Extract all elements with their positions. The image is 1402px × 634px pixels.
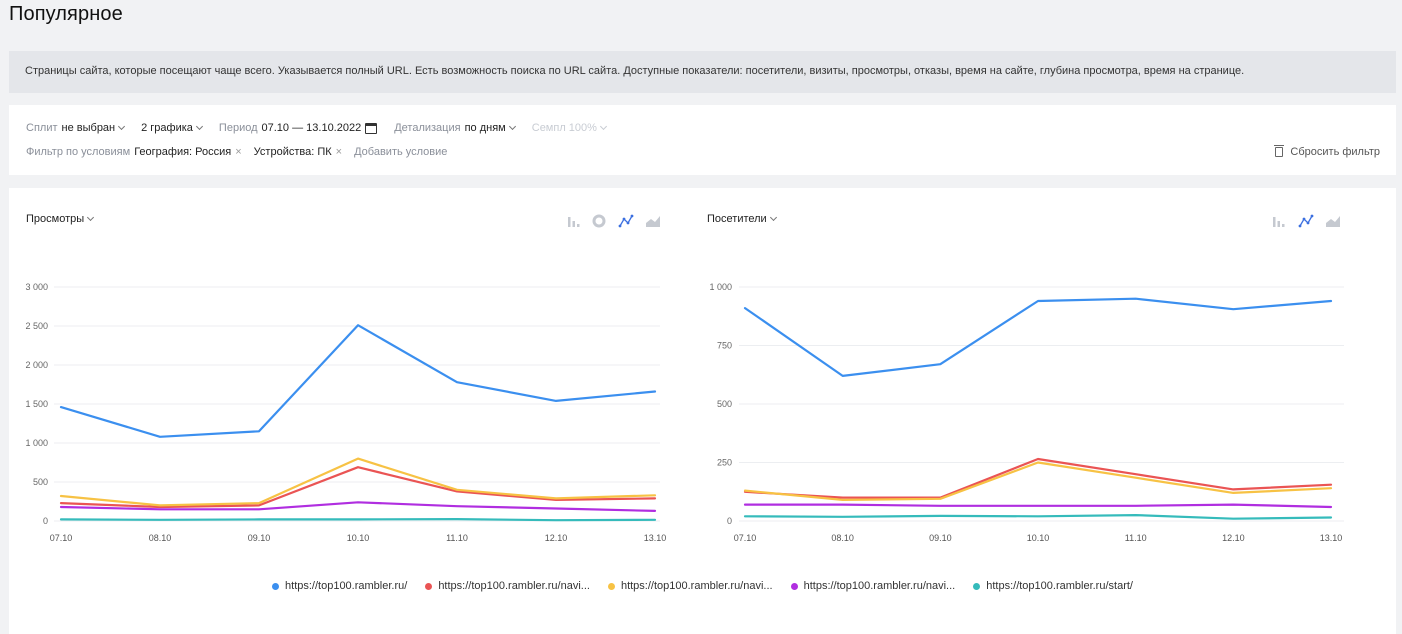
x-tick-label: 13.10: [1320, 533, 1343, 543]
visitors-line-chart: 0 250 500 750 1 000 07.10 08.10 09.10 10.10 11.10…: [709, 282, 1344, 543]
x-tick-label: 09.10: [248, 533, 271, 543]
x-tick-label: 08.10: [831, 533, 854, 543]
graphs-value: 2 графика: [141, 122, 193, 134]
legend-dot-icon: [272, 582, 280, 590]
x-tick-label: 11.10: [446, 533, 468, 543]
x-tick-label: 13.10: [644, 533, 667, 543]
y-tick-label: 2 500: [25, 321, 48, 331]
legend-label: https://top100.rambler.ru/start/: [986, 580, 1133, 592]
legend-dot-icon: [973, 582, 981, 590]
y-tick-label: 0: [43, 516, 48, 526]
series-line-5: [743, 514, 1333, 520]
reset-filter-button[interactable]: Сбросить фильтр: [1274, 145, 1380, 158]
calendar-icon: [365, 122, 378, 134]
legend-dot-icon: [425, 582, 433, 590]
split-dropdown[interactable]: Сплит не выбран: [26, 122, 126, 134]
period-picker[interactable]: Период 07.10 — 13.10.2022: [218, 122, 378, 134]
close-icon[interactable]: ×: [235, 146, 241, 158]
chevron-down-icon: [508, 122, 516, 131]
legend-item[interactable]: https://top100.rambler.ru/: [272, 580, 407, 592]
y-tick-label: 3 000: [25, 282, 48, 292]
x-tick-label: 07.10: [50, 533, 73, 543]
legend-item[interactable]: https://top100.rambler.ru/navi...: [425, 580, 590, 592]
legend-item[interactable]: https://top100.rambler.ru/start/: [973, 580, 1133, 592]
views-line-chart: 0 500 1 000 1 500 2 000 2 500 3 000 07.10 08.10 0…: [25, 282, 667, 543]
split-label: Сплит: [26, 122, 58, 134]
y-tick-label: 500: [717, 399, 732, 409]
legend-item[interactable]: https://top100.rambler.ru/navi...: [790, 580, 956, 592]
y-tick-label: 1 000: [25, 438, 48, 448]
legend-label: https://top100.rambler.ru/navi...: [803, 580, 956, 592]
x-tick-label: 09.10: [929, 533, 952, 543]
x-tick-label: 12.10: [1222, 533, 1245, 543]
y-tick-label: 250: [717, 458, 732, 468]
trash-icon: [1274, 145, 1285, 157]
y-tick-label: 500: [33, 477, 48, 487]
series-line-3: [743, 461, 1333, 501]
detail-label: Детализация: [394, 122, 461, 134]
series-line-1: [743, 297, 1333, 377]
filter-chip-device[interactable]: Устройства: ПК ×: [254, 146, 342, 158]
x-tick-label: 10.10: [1027, 533, 1050, 543]
y-tick-label: 750: [717, 341, 732, 351]
y-tick-label: 2 000: [25, 360, 48, 370]
reset-filter-label: Сбросить фильтр: [1290, 146, 1380, 158]
chip-device-label: Устройства: ПК: [253, 146, 332, 158]
legend-label: https://top100.rambler.ru/navi...: [620, 580, 773, 592]
close-icon[interactable]: ×: [336, 146, 342, 158]
series-line-4: [743, 503, 1333, 509]
detail-dropdown[interactable]: Детализация по дням: [394, 122, 516, 134]
chevron-down-icon: [599, 122, 607, 131]
series-line-5: [59, 518, 657, 522]
sample-label: Семпл 100%: [531, 122, 597, 134]
legend-label: https://top100.rambler.ru/navi...: [438, 580, 590, 592]
split-value: не выбран: [61, 122, 116, 134]
filters-row-2: Фильтр по условиям География: Россия × У…: [26, 146, 447, 158]
filter-chip-geo[interactable]: География: Россия ×: [134, 146, 241, 158]
add-condition-button[interactable]: Добавить условие: [354, 146, 447, 158]
chip-geo-label: География: Россия: [134, 146, 232, 158]
x-tick-label: 07.10: [734, 533, 757, 543]
legend-item[interactable]: https://top100.rambler.ru/navi...: [607, 580, 773, 592]
chevron-down-icon: [118, 122, 126, 131]
x-tick-label: 12.10: [545, 533, 568, 543]
period-label: Период: [218, 122, 258, 134]
legend-dot-icon: [790, 582, 798, 590]
series-line-2: [59, 466, 657, 509]
chart-legend: https://top100.rambler.ru/https://top100…: [9, 580, 1396, 592]
filters-row-1: Сплит не выбран 2 графика Период 07.10 —…: [26, 122, 623, 134]
x-tick-label: 11.10: [1125, 533, 1147, 543]
chevron-down-icon: [195, 122, 203, 131]
graphs-dropdown[interactable]: 2 графика: [141, 122, 203, 134]
y-tick-label: 1 500: [25, 399, 48, 409]
legend-label: https://top100.rambler.ru/: [285, 580, 408, 592]
filters-panel: Сплит не выбран 2 графика Период 07.10 —…: [9, 105, 1396, 175]
info-banner: Страницы сайта, которые посещают чаще вс…: [9, 51, 1396, 93]
legend-dot-icon: [607, 582, 615, 590]
page-title: Популярное: [9, 3, 123, 25]
x-tick-label: 10.10: [347, 533, 370, 543]
period-value: 07.10 — 13.10.2022: [261, 122, 362, 134]
x-tick-label: 08.10: [149, 533, 172, 543]
series-line-1: [59, 324, 657, 438]
sample-dropdown[interactable]: Семпл 100%: [531, 122, 607, 134]
detail-value: по дням: [464, 122, 506, 134]
y-tick-label: 0: [727, 516, 732, 526]
y-tick-label: 1 000: [709, 282, 732, 292]
charts-panel: Просмотры Посетители 0 500 1 000 1 500 2 000…: [9, 188, 1396, 634]
info-text: Страницы сайта, которые посещают чаще вс…: [25, 65, 1245, 77]
conditions-label: Фильтр по условиям: [26, 146, 131, 158]
